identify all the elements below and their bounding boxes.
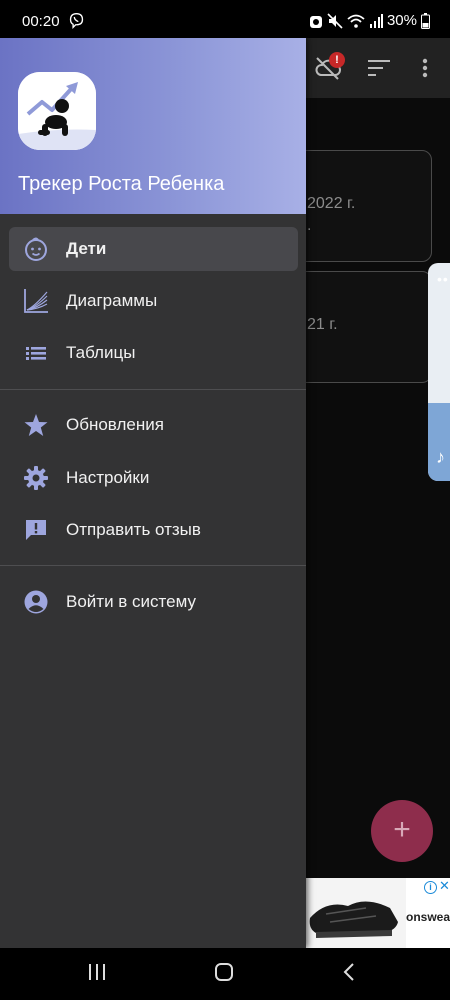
account-circle-icon: [24, 590, 48, 614]
battery-icon: [421, 12, 430, 29]
clock: 00:20: [22, 13, 60, 30]
recent-apps-icon[interactable]: [88, 962, 106, 982]
more-vert-icon[interactable]: [422, 58, 428, 78]
nav-item-label: Обновления: [66, 415, 164, 434]
app-logo: [18, 72, 96, 150]
back-icon[interactable]: [342, 962, 356, 982]
nav-item-charts[interactable]: Диаграммы: [9, 279, 298, 323]
system-nav-bar: [0, 948, 450, 1000]
edge-media-section: ♪: [428, 403, 450, 481]
list-icon: [26, 347, 46, 360]
ad-banner[interactable]: i ✕ onswear.: [306, 878, 450, 948]
notification-badge: !: [329, 52, 345, 68]
card-date: 21 г.: [307, 316, 338, 333]
shoe-ad-image: [306, 878, 406, 948]
mute-icon: [327, 12, 343, 29]
music-note-icon: ♪: [436, 447, 445, 467]
drawer-header: Трекер Роста Ребенка: [0, 38, 306, 214]
nav-item-feedback[interactable]: Отправить отзыв: [9, 508, 298, 552]
nav-item-children[interactable]: Дети: [9, 227, 298, 271]
status-bar: 00:20 30%: [0, 0, 450, 38]
drawer-divider: [0, 565, 306, 566]
nav-item-sign-in[interactable]: Войти в систему: [9, 580, 298, 624]
nav-item-label: Диаграммы: [66, 291, 158, 310]
nav-item-settings[interactable]: Настройки: [9, 456, 298, 500]
gear-icon: [24, 466, 48, 490]
app-title: Трекер Роста Ребенка: [18, 173, 225, 195]
baby-growth-logo-icon: [18, 72, 96, 150]
nav-item-label: Войти в систему: [66, 592, 196, 611]
sort-icon[interactable]: [368, 60, 390, 76]
feedback-icon: [26, 520, 46, 540]
navigation-drawer: Трекер Роста Ребенка Дети Диаграммы Табл…: [0, 38, 306, 948]
nav-item-tables[interactable]: Таблицы: [9, 331, 298, 375]
signal-icon: [369, 13, 383, 28]
alarm-icon: [309, 15, 322, 28]
edge-dots-icon: ••: [437, 271, 449, 287]
growth-chart-icon: [24, 289, 48, 313]
nav-item-label: Настройки: [66, 468, 150, 487]
ad-close-icon[interactable]: ✕: [439, 878, 450, 894]
nav-item-label: Дети: [66, 239, 107, 258]
battery-percent: 30%: [386, 12, 417, 29]
card-subtext: .: [307, 217, 312, 234]
drawer-divider: [0, 389, 306, 390]
wifi-icon: [347, 14, 365, 28]
nav-item-label: Отправить отзыв: [66, 520, 201, 539]
add-fab-button[interactable]: +: [371, 800, 433, 862]
card-date: 2022 г.: [307, 195, 356, 212]
baby-face-icon: [25, 237, 47, 261]
home-icon[interactable]: [214, 962, 234, 982]
ad-brand: onswear.: [406, 910, 450, 924]
nav-item-updates[interactable]: Обновления: [9, 403, 298, 447]
ad-info-icon[interactable]: i: [424, 881, 437, 894]
star-icon: [24, 414, 48, 436]
nav-item-label: Таблицы: [66, 343, 136, 362]
status-icons: 30%: [309, 12, 430, 29]
viber-icon: [69, 13, 84, 29]
edge-panel-handle[interactable]: •• ♪: [428, 263, 450, 481]
